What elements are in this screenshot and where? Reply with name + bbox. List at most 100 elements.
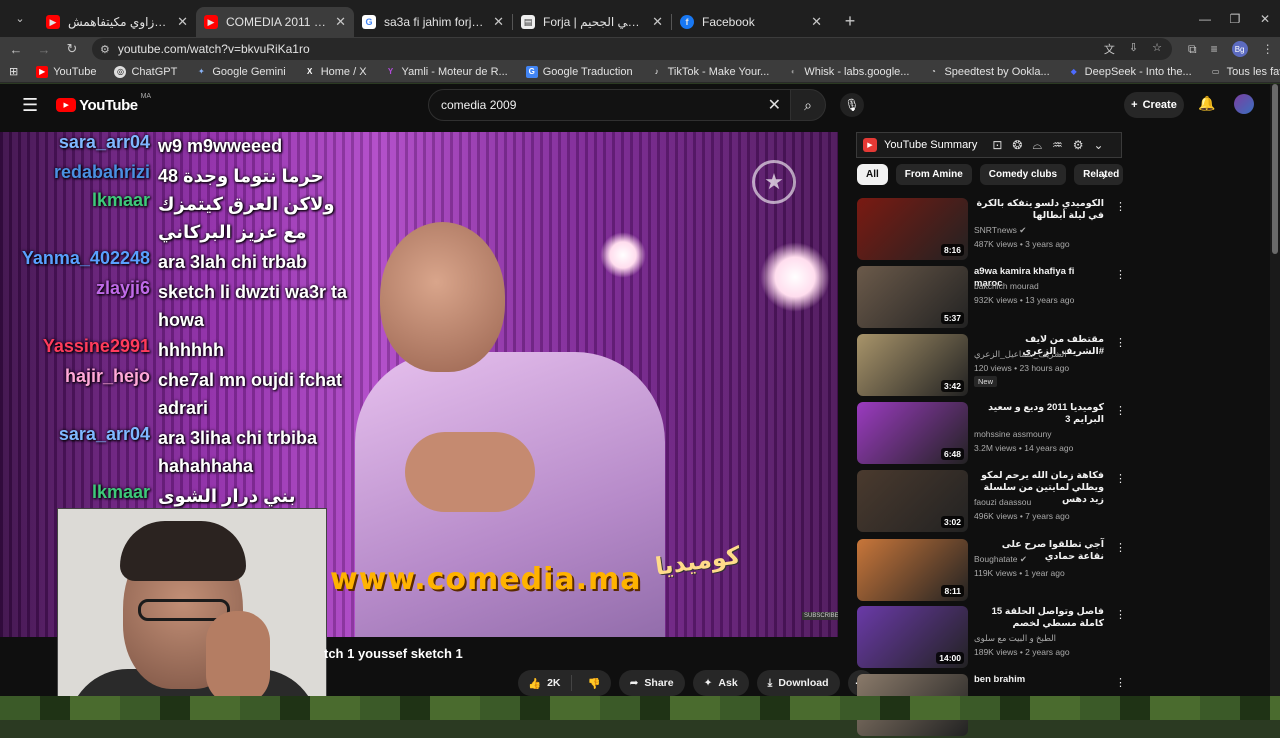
apps-icon[interactable]: ⊞ [0, 65, 27, 78]
bookmark-deepseek[interactable]: ◆ DeepSeek - Into the... [1059, 66, 1201, 78]
recommendation-item[interactable]: 8:16 الكوميدي دلسو يتفكه بالكرة في ليلة أ… [857, 198, 1129, 262]
openai-icon[interactable]: ❂ [1012, 138, 1022, 153]
close-icon[interactable]: ✕ [811, 14, 822, 30]
browser-tab-3[interactable]: G sa3a fi jahim forja - Recherche G ✕ [354, 7, 512, 37]
minimize-icon[interactable]: — [1190, 12, 1220, 26]
tab-search-icon[interactable]: ⌄ [6, 4, 34, 32]
bookmark-yamli[interactable]: Y Yamli - Moteur de R... [376, 66, 517, 78]
bookmark-whisk[interactable]: ◐ Whisk - labs.google... [778, 66, 918, 78]
create-button[interactable]: + Create [1124, 92, 1184, 118]
recommendation-item[interactable]: 3:42 مقتطف من لايف #الشريف_الزعري الشريف_س… [857, 334, 1129, 398]
account-avatar[interactable] [1234, 94, 1254, 114]
chip-comedy-clubs[interactable]: Comedy clubs [979, 164, 1067, 185]
browser-tab-2[interactable]: ▶ COMEDIA 2011 youssef sketch ✕ [196, 7, 354, 37]
close-icon[interactable]: ✕ [652, 14, 663, 30]
recommendation-item[interactable]: 6:48 كوميديا 2011 وديع و سعيد البرايم 3 mo… [857, 402, 1129, 466]
more-vertical-icon[interactable]: ⋮ [1115, 404, 1126, 417]
recommendation-item[interactable]: 8:11 آجي تطلقوا صرح على نقاعة حمادي Bougha… [857, 539, 1129, 603]
glasses-icon[interactable]: ⌓ [1032, 138, 1042, 153]
chevron-down-icon[interactable]: ⌄ [1094, 138, 1104, 153]
bookmark-gemini[interactable]: ✦ Google Gemini [186, 66, 294, 78]
video-thumbnail[interactable]: 6:48 [857, 402, 968, 464]
close-icon[interactable]: ✕ [335, 14, 346, 30]
dislike-button[interactable]: 👎 [578, 677, 611, 690]
clear-search-icon[interactable]: ✕ [768, 95, 781, 115]
video-thumbnail[interactable]: 14:00 [857, 606, 968, 668]
like-button[interactable]: 👍 2K [518, 675, 572, 691]
waveform-icon[interactable]: ♒ [1052, 138, 1063, 153]
video-thumbnail[interactable]: 3:42 [857, 334, 968, 396]
share-button[interactable]: ➦ Share [618, 670, 685, 696]
bookmark-translate[interactable]: G Google Traduction [517, 65, 642, 78]
voice-search-button[interactable]: 🎙 [840, 93, 864, 117]
channel-name[interactable]: bakchich mourad [974, 280, 1114, 292]
chip-related[interactable]: Related [1074, 164, 1124, 185]
media-icon[interactable]: ≡ [1211, 42, 1218, 56]
recommendation-title[interactable]: ben brahim [974, 674, 1104, 686]
more-vertical-icon[interactable]: ⋮ [1115, 336, 1126, 349]
bookmark-youtube[interactable]: ▶ YouTube [27, 65, 105, 78]
bookmark-star-icon[interactable]: ☆ [1152, 41, 1162, 57]
youtube-logo[interactable]: ▶ YouTube MA [56, 93, 151, 114]
close-window-icon[interactable]: ✕ [1250, 12, 1280, 26]
search-button[interactable]: ⌕ [790, 89, 826, 121]
browser-tab-4[interactable]: ▤ Forja | ساعة في الجحيم ✕ [513, 7, 671, 37]
new-tab-button[interactable]: + [836, 7, 864, 35]
ask-button[interactable]: ✦ Ask [692, 670, 749, 696]
extensions-icon[interactable]: ⧉ [1188, 42, 1197, 57]
translate-icon[interactable]: 文 [1104, 41, 1115, 57]
close-icon[interactable]: ✕ [177, 14, 188, 30]
reload-icon[interactable]: ↻ [60, 41, 84, 57]
more-vertical-icon[interactable]: ⋮ [1115, 541, 1126, 554]
site-info-icon[interactable]: ⚙ [100, 43, 110, 56]
address-bar[interactable]: ⚙ youtube.com/watch?v=bkvuRiKa1ro 文 ⇩ ☆ [92, 38, 1172, 60]
download-button[interactable]: ⤓ Download [756, 670, 840, 696]
search-input[interactable]: comedia 2009 ✕ [428, 89, 792, 121]
bookmark-chatgpt[interactable]: ◎ ChatGPT [105, 65, 186, 78]
channel-name[interactable]: الشريف_سماعيل_الزعري [974, 348, 1114, 360]
bookmark-tiktok[interactable]: ♪ TikTok - Make Your... [642, 66, 779, 78]
scrollbar-thumb[interactable] [1272, 84, 1278, 254]
recommendation-title[interactable]: كوميديا 2011 وديع و سعيد البرايم 3 [974, 402, 1104, 426]
recommendation-title[interactable]: فاصل وتواصل الحلقة 15 كاملة مسطي لخصم [974, 606, 1104, 630]
chip-from-amine[interactable]: From Amine [895, 164, 972, 185]
video-thumbnail[interactable]: 5:37 [857, 266, 968, 328]
browser-tab-5[interactable]: f Facebook ✕ [672, 7, 830, 37]
recommendation-item[interactable]: 5:37 a9wa kamira khafiya fi maroc bakchich… [857, 266, 1129, 330]
menu-icon[interactable]: ☰ [22, 95, 38, 116]
bookmark-speedtest[interactable]: ◔ Speedtest by Ookla... [918, 66, 1058, 78]
restore-icon[interactable]: ❐ [1220, 12, 1250, 26]
channel-name[interactable]: mohssine assmouny [974, 428, 1114, 440]
channel-name[interactable]: faouzi daassou [974, 496, 1114, 508]
more-vertical-icon[interactable]: ⋮ [1115, 608, 1126, 621]
recommendation-item[interactable]: 14:00 فاصل وتواصل الحلقة 15 كاملة مسطي لخ… [857, 606, 1129, 670]
more-vertical-icon[interactable]: ⋮ [1115, 472, 1126, 485]
browser-tab-1[interactable]: ▶ الفنان أشرف الكازاوي مكيتفاهمش ✕ [38, 7, 196, 37]
chip-all[interactable]: All [857, 164, 888, 185]
profile-avatar[interactable]: Bg [1231, 41, 1248, 57]
channel-name[interactable]: الطبخ و البيت مع سلوى [974, 632, 1114, 644]
forward-icon[interactable]: → [32, 42, 56, 57]
more-vertical-icon[interactable]: ⋮ [1115, 676, 1126, 689]
recommendation-title[interactable]: الكوميدي دلسو يتفكه بالكرة في ليلة أبطال… [974, 198, 1104, 222]
bookmark-x[interactable]: X Home / X [295, 66, 376, 78]
notifications-bell-icon[interactable]: 🔔 [1198, 95, 1215, 112]
more-vertical-icon[interactable]: ⋮ [1115, 268, 1126, 281]
youtube-summary-panel[interactable]: ▶ YouTube Summary ⊡ ❂ ⌓ ♒ ⚙ ⌄ [856, 132, 1122, 158]
kebab-menu-icon[interactable]: ⋮ [1262, 42, 1274, 56]
channel-name[interactable]: SNRTnews ✔ [974, 224, 1114, 236]
video-thumbnail[interactable]: 8:16 [857, 198, 968, 260]
video-thumbnail[interactable]: 8:11 [857, 539, 968, 601]
robot-icon[interactable]: ⊡ [992, 138, 1002, 153]
back-icon[interactable]: ← [4, 42, 28, 57]
close-icon[interactable]: ✕ [493, 14, 504, 30]
page-scrollbar[interactable] [1270, 84, 1280, 696]
install-icon[interactable]: ⇩ [1129, 41, 1138, 57]
settings-gear-icon[interactable]: ⚙ [1073, 138, 1084, 153]
more-vertical-icon[interactable]: ⋮ [1115, 200, 1126, 213]
all-bookmarks-folder[interactable]: ▭ Tous les favoris [1201, 66, 1280, 78]
video-thumbnail[interactable]: 3:02 [857, 470, 968, 532]
channel-name[interactable]: Boughatate ✔ [974, 553, 1114, 565]
chevron-right-icon[interactable]: › [1102, 168, 1106, 183]
recommendation-item[interactable]: 3:02 فكاهة زمان الله يرحم لمكو ويطلي لماي… [857, 470, 1129, 534]
